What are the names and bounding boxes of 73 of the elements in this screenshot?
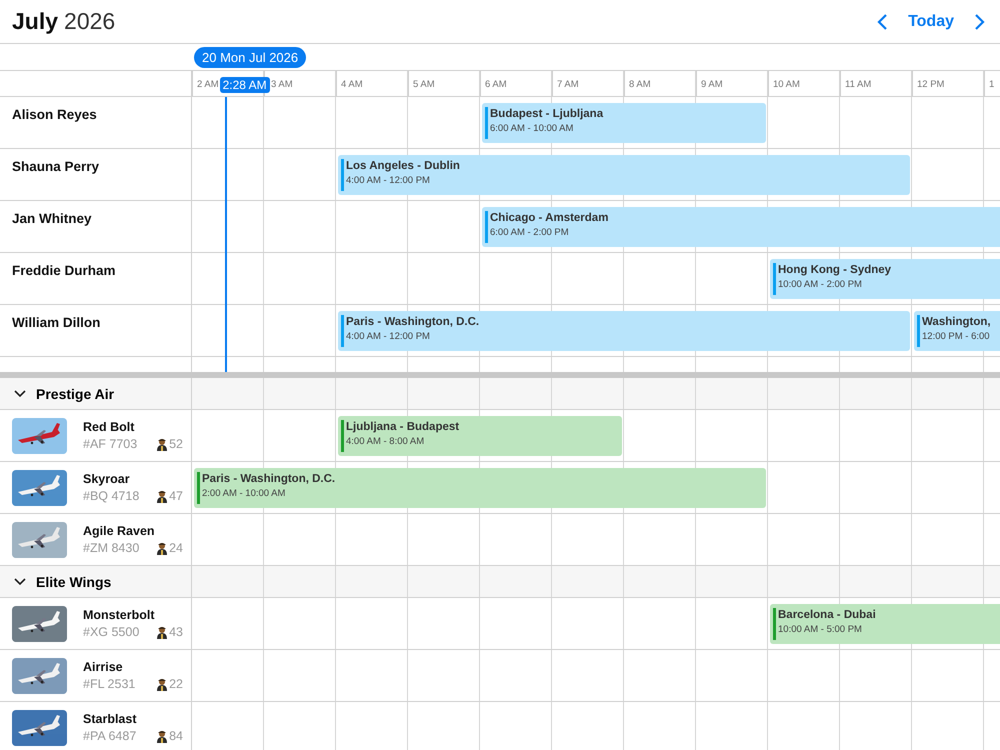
aircraft-code: #AF 7703 xyxy=(83,437,138,451)
event-time: 6:00 AM - 2:00 PM xyxy=(490,227,569,238)
event-title: Paris - Washington, D.C. xyxy=(202,473,336,485)
hour-label: 8 AM xyxy=(624,71,696,96)
person-name: Jan Whitney xyxy=(11,210,93,228)
group-header[interactable]: Prestige Air xyxy=(0,378,191,409)
hour-label: 9 AM xyxy=(696,71,768,96)
pilot-icon xyxy=(156,489,168,503)
hour-label: 7 AM xyxy=(552,71,624,96)
aircraft-code: #ZM 8430 xyxy=(83,541,140,555)
crew-count: 22 xyxy=(169,677,183,691)
aircraft-name: Monsterbolt xyxy=(83,608,156,622)
hour-label: 12 PM xyxy=(912,71,984,96)
group-header[interactable]: Elite Wings xyxy=(0,566,191,597)
event-title: Budapest - Ljubljana xyxy=(490,108,604,120)
event-bar[interactable]: Barcelona - Dubai 10:00 AM - 5:00 PM xyxy=(770,604,1000,644)
today-button[interactable]: Today xyxy=(904,10,958,32)
hour-label: 11 AM xyxy=(840,71,912,96)
event-time: 4:00 AM - 12:00 PM xyxy=(346,175,430,186)
event-time: 2:00 AM - 10:00 AM xyxy=(202,488,286,499)
pilot-icon xyxy=(156,677,168,691)
event-title: Chicago - Amsterdam xyxy=(490,212,608,224)
aircraft-name: Starblast xyxy=(83,712,138,726)
hour-label: 10 AM xyxy=(768,71,840,96)
event-time: 4:00 AM - 12:00 PM xyxy=(346,331,430,342)
pilot-icon xyxy=(156,437,168,451)
event-title: Barcelona - Dubai xyxy=(778,609,876,621)
pilot-icon xyxy=(156,541,168,555)
year-label: 2026 xyxy=(64,8,116,35)
aircraft-code: #XG 5500 xyxy=(83,625,140,639)
hour-label: 4 AM xyxy=(336,71,408,96)
aircraft-code: #FL 2531 xyxy=(83,677,136,691)
event-bar[interactable]: Paris - Washington, D.C. 2:00 AM - 10:00 AM xyxy=(194,468,766,508)
event-bar[interactable]: Ljubljana - Budapest 4:00 AM - 8:00 AM xyxy=(338,416,622,456)
event-title: Los Angeles - Dublin xyxy=(346,160,460,172)
crew-count: 43 xyxy=(169,625,183,639)
event-title: Washington, xyxy=(922,316,991,328)
date-badge: 20 Mon Jul 2026 xyxy=(194,47,306,68)
event-bar[interactable]: Los Angeles - Dublin 4:00 AM - 12:00 PM xyxy=(338,155,910,195)
pilot-icon xyxy=(156,625,168,639)
crew-count: 52 xyxy=(169,437,183,451)
event-time: 12:00 PM - 6:00 xyxy=(922,331,990,342)
hour-label: 5 AM xyxy=(408,71,480,96)
event-title: Hong Kong - Sydney xyxy=(778,264,892,276)
hour-label: 6 AM xyxy=(480,71,552,96)
crew-count: 84 xyxy=(169,729,183,743)
month-label: July xyxy=(12,8,58,35)
person-name: Shauna Perry xyxy=(11,158,100,176)
aircraft-name: Skyroar xyxy=(83,472,131,486)
person-name: William Dillon xyxy=(11,314,102,332)
event-bar[interactable]: Washington, 12:00 PM - 6:00 xyxy=(914,311,1000,351)
aircraft-name: Red Bolt xyxy=(83,420,136,434)
event-time: 6:00 AM - 10:00 AM xyxy=(490,123,574,134)
crew-count: 24 xyxy=(169,541,183,555)
aircraft-code: #BQ 4718 xyxy=(83,489,140,503)
pilot-icon xyxy=(156,729,168,743)
crew-count: 47 xyxy=(169,489,183,503)
event-bar[interactable]: Budapest - Ljubljana 6:00 AM - 10:00 AM xyxy=(482,103,766,143)
event-time: 4:00 AM - 8:00 AM xyxy=(346,436,424,447)
event-bar[interactable]: Hong Kong - Sydney 10:00 AM - 2:00 PM xyxy=(770,259,1000,299)
event-time: 10:00 AM - 2:00 PM xyxy=(778,279,862,290)
event-title: Paris - Washington, D.C. xyxy=(346,316,480,328)
person-name: Freddie Durham xyxy=(11,262,117,280)
event-time: 10:00 AM - 5:00 PM xyxy=(778,624,862,635)
event-title: Ljubljana - Budapest xyxy=(346,421,460,433)
hour-label: 1 xyxy=(984,71,1000,96)
event-bar[interactable]: Paris - Washington, D.C. 4:00 AM - 12:00 PM xyxy=(338,311,910,351)
aircraft-name: Airrise xyxy=(83,660,124,674)
aircraft-name: Agile Raven xyxy=(83,524,156,538)
aircraft-code: #PA 6487 xyxy=(83,729,136,743)
event-bar[interactable]: Chicago - Amsterdam 6:00 AM - 2:00 PM xyxy=(482,207,1000,247)
person-name: Alison Reyes xyxy=(11,106,98,124)
current-time-badge: 2:28 AM xyxy=(220,77,270,93)
